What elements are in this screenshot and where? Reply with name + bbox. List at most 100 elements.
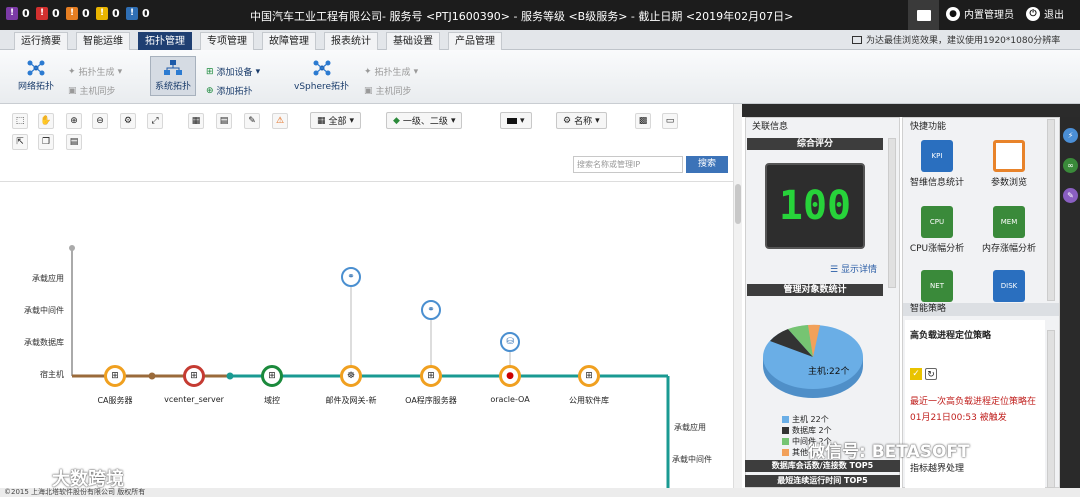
footer: ©2015 上海北塔软件股份有限公司 版权所有 <box>0 488 1080 497</box>
alarm-critical[interactable]: ! 0 <box>6 7 30 20</box>
related-scrollbar[interactable] <box>888 138 896 288</box>
warning-icon[interactable]: ⚠ <box>272 113 288 129</box>
system-topology-button[interactable]: 系统拓扑 <box>150 56 197 96</box>
envelope-icon <box>916 9 931 21</box>
alarm-count: 0 <box>22 7 30 20</box>
topo-gen-2-button[interactable]: ✦ 拓扑生成 ▾ <box>364 65 418 79</box>
host-sync-button[interactable]: ▣ 主机同步 <box>68 84 116 98</box>
show-detail-link[interactable]: ☰ 显示详情 <box>830 262 877 275</box>
quick-mem-analysis[interactable]: MEM 内存涨幅分析 <box>975 206 1043 254</box>
user-button[interactable]: ● 内置管理员 <box>946 6 1014 21</box>
filter-all-dropdown[interactable]: ▦ 全部 ▾ <box>310 112 362 129</box>
stats-header: 管理对象数统计 <box>747 284 883 296</box>
policy-name[interactable]: 高负载进程定位策略 <box>910 328 991 341</box>
scroll-thumb[interactable] <box>735 184 741 224</box>
tab-report[interactable]: 报表统计 <box>324 32 378 50</box>
fit-view-icon[interactable]: ⤢ <box>147 113 163 129</box>
check-icon[interactable]: ✓ <box>910 368 922 380</box>
tab-overview[interactable]: 运行摘要 <box>14 32 68 50</box>
host-node-ca[interactable]: ⊞ <box>104 365 126 387</box>
layers-icon: ◆ <box>393 115 400 126</box>
lane-label: 宿主机 <box>40 370 64 379</box>
tab-special[interactable]: 专项管理 <box>200 32 254 50</box>
alarm-minor[interactable]: ! 0 <box>66 7 90 20</box>
label-dropdown[interactable]: ⚙ 名称 ▾ <box>556 112 607 129</box>
lightning-icon[interactable]: ⚡ <box>1063 128 1078 143</box>
alarm-warning[interactable]: ! 0 <box>96 7 120 20</box>
add-topology-button[interactable]: ⊕ 添加拓扑 <box>206 84 253 98</box>
pen-icon[interactable]: ✎ <box>1063 188 1078 203</box>
host-node-mail[interactable]: ☸ <box>340 365 362 387</box>
cpu-chart-icon: CPU <box>921 206 953 238</box>
message-button[interactable] <box>908 0 939 30</box>
vsphere-topology-button[interactable]: vSphere拓扑 <box>294 60 349 92</box>
zoom-out-icon[interactable]: ⊖ <box>92 113 108 129</box>
tab-ops[interactable]: 智能运维 <box>76 32 130 50</box>
quick-param-browse[interactable]: 参数浏览 <box>975 140 1043 188</box>
level-label: 一级、二级 <box>402 117 448 127</box>
host-node-oracle[interactable]: ● <box>499 365 521 387</box>
zoom-in-icon[interactable]: ⊕ <box>66 113 82 129</box>
pan-hand-icon[interactable]: ✋ <box>38 113 54 129</box>
network-topology-button[interactable]: 网络拓扑 <box>18 60 54 92</box>
network-topology-icon <box>27 60 45 76</box>
windows-icon: ⊞ <box>427 371 435 381</box>
host-sync-2-button[interactable]: ▣ 主机同步 <box>364 84 412 98</box>
settings-gear-icon[interactable]: ⚙ <box>120 113 136 129</box>
alarm-info[interactable]: ! 0 <box>126 7 150 20</box>
lane-label: 承载中间件 <box>24 306 64 315</box>
quick-cpu-analysis[interactable]: CPU CPU涨幅分析 <box>903 206 971 254</box>
canvas-scrollbar[interactable] <box>733 104 742 488</box>
layout-icon[interactable]: ▦ <box>188 113 204 129</box>
quick-disk-analysis[interactable]: DISK <box>975 270 1043 302</box>
select-tool-icon[interactable]: ⬚ <box>12 113 28 129</box>
level-dropdown[interactable]: ◆ 一级、二级 ▾ <box>386 112 463 129</box>
quick-scrollbar[interactable] <box>1047 119 1055 301</box>
grid-icon[interactable]: ▤ <box>216 113 232 129</box>
topo-gen-2-label: 拓扑生成 <box>374 68 411 78</box>
tab-topology[interactable]: 拓扑管理 <box>138 32 192 50</box>
topology-canvas[interactable]: 承载应用 承载中间件 承载数据库 宿主机 承载应用 承载中间件 ⚭ ⚭ ⛁ ⊞ … <box>0 183 733 488</box>
policy-scrollbar[interactable] <box>1047 330 1055 488</box>
tab-product[interactable]: 产品管理 <box>448 32 502 50</box>
color-dropdown[interactable]: ▾ <box>500 112 532 129</box>
tab-settings[interactable]: 基础设置 <box>386 32 440 50</box>
middleware-node-icon[interactable]: ⚭ <box>421 300 441 320</box>
linux-icon: ☸ <box>346 371 356 381</box>
app-node-icon[interactable]: ⚭ <box>341 267 361 287</box>
refresh-icon[interactable]: ↻ <box>925 368 937 380</box>
legend-label: 主机 22个 <box>792 415 829 424</box>
table-icon[interactable]: ▤ <box>66 134 82 150</box>
quick-kpi-stats[interactable]: KPI 智维信息统计 <box>903 140 971 188</box>
add-device-button[interactable]: ⊞ 添加设备 ▾ <box>206 65 260 79</box>
filter-all-label: 全部 <box>328 117 347 127</box>
alarm-major[interactable]: ! 0 <box>36 7 60 20</box>
topo-gen-button[interactable]: ✦ 拓扑生成 ▾ <box>68 65 122 79</box>
host-node-dc[interactable]: ⊞ <box>261 365 283 387</box>
host-node-shared[interactable]: ⊞ <box>578 365 600 387</box>
host-node-oa[interactable]: ⊞ <box>420 365 442 387</box>
tab-fault[interactable]: 故障管理 <box>262 32 316 50</box>
quick-item-label: CPU涨幅分析 <box>909 244 965 254</box>
window-icon[interactable]: ❐ <box>38 134 54 150</box>
policy-item[interactable]: 指标越界处理 <box>910 461 964 474</box>
search-button[interactable]: 搜索 <box>686 156 728 173</box>
chevron-down-icon: ▾ <box>595 115 600 126</box>
database-node-icon[interactable]: ⛁ <box>500 332 520 352</box>
system-topology-icon <box>164 60 182 75</box>
topology-search-input[interactable]: 搜索名称或管理IP <box>573 156 683 173</box>
logout-button[interactable]: ⏻ 退出 <box>1026 6 1064 21</box>
node-label: 公用软件库 <box>569 396 609 405</box>
node-label: 域控 <box>264 396 280 405</box>
link-icon[interactable]: ∞ <box>1063 158 1078 173</box>
quick-net-analysis[interactable]: NET <box>903 270 971 302</box>
uptime-top5-header[interactable]: 最短连续运行时间 TOP5 <box>745 475 900 487</box>
monitor-icon[interactable]: ▭ <box>662 113 678 129</box>
image-icon[interactable]: ▩ <box>635 113 651 129</box>
host-node-vcenter[interactable]: ⊞ <box>183 365 205 387</box>
edit-icon[interactable]: ✎ <box>244 113 260 129</box>
panel-divider[interactable] <box>742 104 1080 117</box>
quick-item-label: 内存涨幅分析 <box>981 244 1036 254</box>
export-icon[interactable]: ⇱ <box>12 134 28 150</box>
chevron-down-icon: ▾ <box>520 115 525 126</box>
